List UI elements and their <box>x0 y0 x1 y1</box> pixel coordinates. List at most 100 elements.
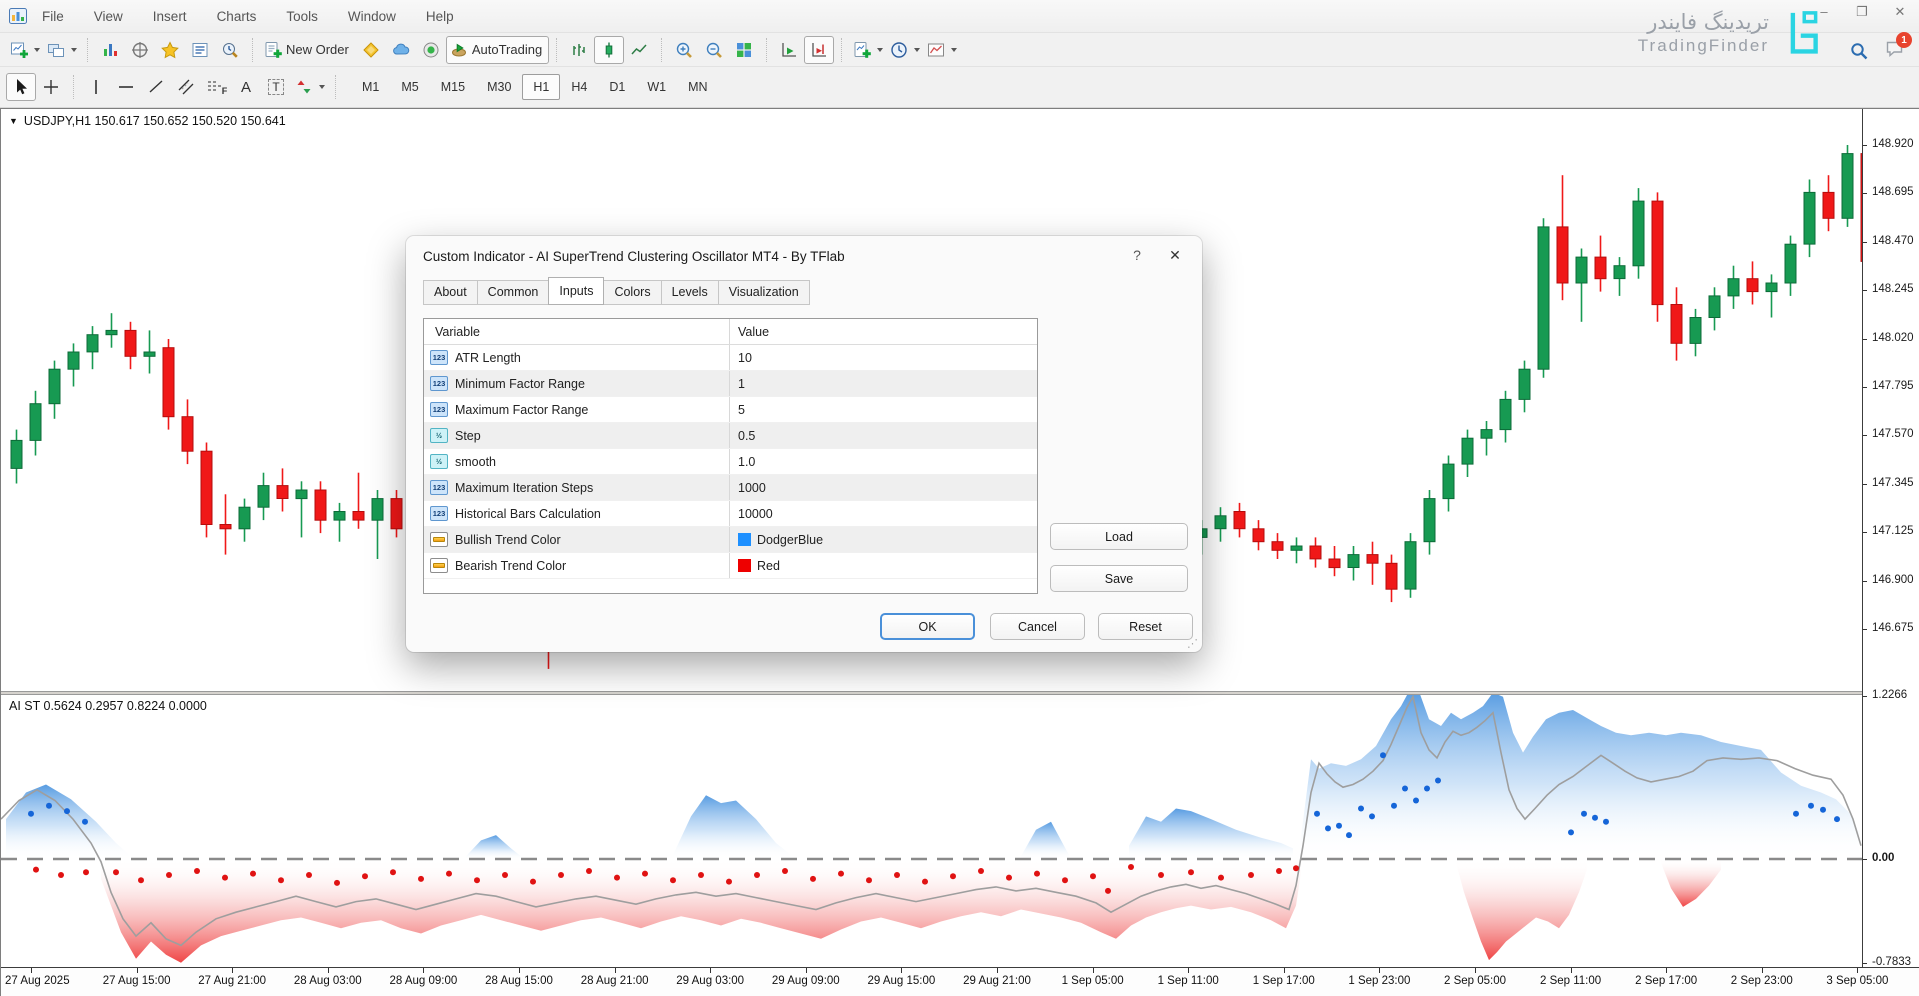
ok-button[interactable]: OK <box>880 613 975 640</box>
tab-visualization[interactable]: Visualization <box>718 280 810 305</box>
time-axis-label: 2 Sep 11:00 <box>1540 975 1601 987</box>
table-row[interactable]: 123ATR Length10 <box>424 345 1037 371</box>
table-row[interactable]: Bearish Trend ColorRed <box>424 553 1037 579</box>
menu-item-charts[interactable]: Charts <box>217 9 257 24</box>
new-chart-icon <box>9 40 29 60</box>
value-cell[interactable]: Red <box>729 553 1037 578</box>
candle <box>277 468 288 511</box>
zoom-in-button[interactable] <box>669 36 699 64</box>
data-window-button[interactable] <box>125 36 155 64</box>
chart-symbol-line[interactable]: ▼ USDJPY,H1 150.617 150.652 150.520 150.… <box>9 114 286 128</box>
menu-item-insert[interactable]: Insert <box>153 9 187 24</box>
metaeditor-button[interactable] <box>356 36 386 64</box>
tab-levels[interactable]: Levels <box>661 280 719 305</box>
dialog-close-button[interactable]: ✕ <box>1166 247 1184 264</box>
zoom-out-icon <box>704 40 724 60</box>
terminal-button[interactable] <box>185 36 215 64</box>
zoom-out-button[interactable] <box>699 36 729 64</box>
menu-item-file[interactable]: File <box>42 9 64 24</box>
timeframe-w1-button[interactable]: W1 <box>636 74 677 100</box>
resize-grip[interactable]: ⋰ <box>1187 637 1198 650</box>
reset-button[interactable]: Reset <box>1098 613 1193 640</box>
trendline-tool-button[interactable] <box>141 73 171 101</box>
table-row[interactable]: ½Step0.5 <box>424 423 1037 449</box>
arrows-tool-button[interactable] <box>291 73 328 101</box>
autotrading-button[interactable]: AutoTrading <box>446 36 549 64</box>
menu-item-tools[interactable]: Tools <box>286 9 318 24</box>
templates-button[interactable] <box>923 36 960 64</box>
table-row[interactable]: ½smooth1.0 <box>424 449 1037 475</box>
horizontal-line-tool-button[interactable] <box>111 73 141 101</box>
timeframe-mn-button[interactable]: MN <box>677 74 718 100</box>
table-row[interactable]: 123Historical Bars Calculation10000 <box>424 501 1037 527</box>
market-watch-button[interactable] <box>95 36 125 64</box>
mql5-button[interactable] <box>416 36 446 64</box>
tab-inputs[interactable]: Inputs <box>548 277 604 305</box>
timeframe-h1-button[interactable]: H1 <box>522 74 560 100</box>
menu-item-window[interactable]: Window <box>348 9 396 24</box>
profiles-button[interactable] <box>43 36 80 64</box>
timeframe-m30-button[interactable]: M30 <box>476 74 522 100</box>
time-axis-tick <box>615 968 616 973</box>
bar-chart-button[interactable] <box>564 36 594 64</box>
cancel-button[interactable]: Cancel <box>990 613 1085 640</box>
menu-item-help[interactable]: Help <box>426 9 454 24</box>
window-close-button[interactable]: ✕ <box>1891 4 1909 20</box>
tab-about[interactable]: About <box>423 280 478 305</box>
indicators-button[interactable] <box>849 36 886 64</box>
value-cell[interactable]: 1000 <box>729 475 1037 500</box>
auto-scroll-button[interactable] <box>774 36 804 64</box>
crosshair-tool-button[interactable] <box>36 73 66 101</box>
bullish-dot <box>1808 803 1814 809</box>
chart-shift-button[interactable] <box>804 36 834 64</box>
tab-colors[interactable]: Colors <box>603 280 661 305</box>
oscillator-chart[interactable] <box>1 695 1862 967</box>
bullish-dot <box>82 819 88 825</box>
window-restore-button[interactable]: ❐ <box>1853 4 1871 20</box>
timeframe-d1-button[interactable]: D1 <box>598 74 636 100</box>
cursor-tool-button[interactable] <box>6 73 36 101</box>
time-axis[interactable]: 27 Aug 202527 Aug 15:0027 Aug 21:0028 Au… <box>1 967 1919 996</box>
value-cell[interactable]: DodgerBlue <box>729 527 1037 552</box>
table-row[interactable]: 123Maximum Iteration Steps1000 <box>424 475 1037 501</box>
load-button[interactable]: Load <box>1050 523 1188 550</box>
candle <box>1614 257 1625 296</box>
strategy-tester-button[interactable] <box>215 36 245 64</box>
value-cell[interactable]: 1.0 <box>729 449 1037 474</box>
int-param-icon: 123 <box>430 376 448 391</box>
channel-tool-button[interactable] <box>171 73 201 101</box>
value-cell[interactable]: 5 <box>729 397 1037 422</box>
value-cell[interactable]: 0.5 <box>729 423 1037 448</box>
value-cell[interactable]: 1 <box>729 371 1037 396</box>
text-tool-button[interactable]: A <box>231 73 261 101</box>
table-row[interactable]: 123Maximum Factor Range5 <box>424 397 1037 423</box>
text-label-tool-button[interactable]: T <box>261 73 291 101</box>
menu-item-view[interactable]: View <box>94 9 123 24</box>
community-button[interactable] <box>386 36 416 64</box>
navigator-button[interactable] <box>155 36 185 64</box>
timeframe-m15-button[interactable]: M15 <box>430 74 476 100</box>
line-chart-button[interactable] <box>624 36 654 64</box>
timeframe-h4-button[interactable]: H4 <box>560 74 598 100</box>
fibonacci-tool-button[interactable]: F <box>201 73 231 101</box>
dialog-help-button[interactable]: ? <box>1128 247 1146 263</box>
vertical-line-tool-button[interactable] <box>81 73 111 101</box>
tab-common[interactable]: Common <box>477 280 550 305</box>
search-icon[interactable] <box>1850 42 1869 61</box>
symbol-dropdown-icon: ▼ <box>9 116 18 126</box>
value-cell[interactable]: 10000 <box>729 501 1037 526</box>
candlestick-chart-button[interactable] <box>594 36 624 64</box>
save-button[interactable]: Save <box>1050 565 1188 592</box>
new-order-button[interactable]: New Order <box>260 36 356 64</box>
value-cell[interactable]: 10 <box>729 345 1037 370</box>
timeframe-m1-button[interactable]: M1 <box>351 74 390 100</box>
tile-windows-button[interactable] <box>729 36 759 64</box>
new-chart-button[interactable] <box>6 36 43 64</box>
periods-button[interactable] <box>886 36 923 64</box>
timeframe-m5-button[interactable]: M5 <box>390 74 429 100</box>
chat-icon-wrap[interactable]: 1 <box>1885 40 1905 63</box>
table-row[interactable]: Bullish Trend ColorDodgerBlue <box>424 527 1037 553</box>
price-axis-tick <box>1863 145 1867 146</box>
price-axis-tick <box>1863 484 1867 485</box>
table-row[interactable]: 123Minimum Factor Range1 <box>424 371 1037 397</box>
